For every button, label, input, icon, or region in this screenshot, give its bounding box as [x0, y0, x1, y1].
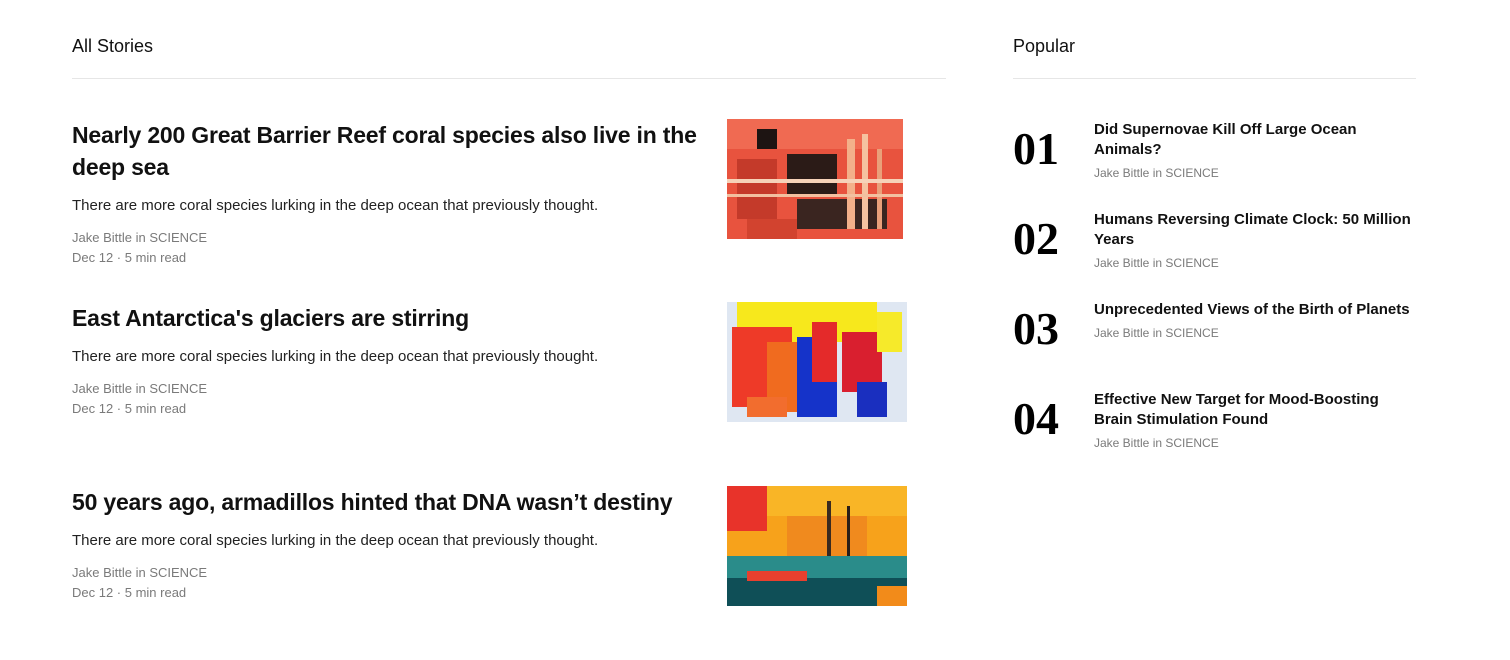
story-title[interactable]: East Antarctica's glaciers are stirring — [72, 302, 702, 334]
story-thumbnail[interactable] — [727, 119, 903, 239]
popular-rank: 04 — [1013, 393, 1059, 444]
story-thumbnail[interactable] — [727, 302, 907, 422]
story-title[interactable]: 50 years ago, armadillos hinted that DNA… — [72, 486, 702, 518]
popular-heading: Popular — [1013, 36, 1076, 56]
story-title[interactable]: Nearly 200 Great Barrier Reef coral spec… — [72, 119, 702, 183]
all-stories-divider — [72, 78, 946, 79]
popular-byline[interactable]: Jake Bittle in SCIENCE — [1094, 256, 1414, 270]
popular-rank: 03 — [1013, 303, 1059, 354]
popular-title[interactable]: Effective New Target for Mood-Boosting B… — [1094, 390, 1414, 430]
popular-divider — [1013, 78, 1416, 79]
popular-rank: 01 — [1013, 123, 1059, 174]
story-date-read: Dec 12 · 5 min read — [72, 250, 187, 265]
story-thumbnail[interactable] — [727, 486, 907, 606]
popular-title[interactable]: Unprecedented Views of the Birth of Plan… — [1094, 300, 1414, 320]
popular-title[interactable]: Humans Reversing Climate Clock: 50 Milli… — [1094, 210, 1414, 250]
popular-title[interactable]: Did Supernovae Kill Off Large Ocean Anim… — [1094, 120, 1414, 160]
popular-byline[interactable]: Jake Bittle in SCIENCE — [1094, 166, 1414, 180]
popular-byline[interactable]: Jake Bittle in SCIENCE — [1094, 326, 1414, 340]
popular-byline[interactable]: Jake Bittle in SCIENCE — [1094, 436, 1414, 450]
all-stories-heading: All Stories — [72, 36, 154, 56]
popular-rank: 02 — [1013, 213, 1059, 264]
